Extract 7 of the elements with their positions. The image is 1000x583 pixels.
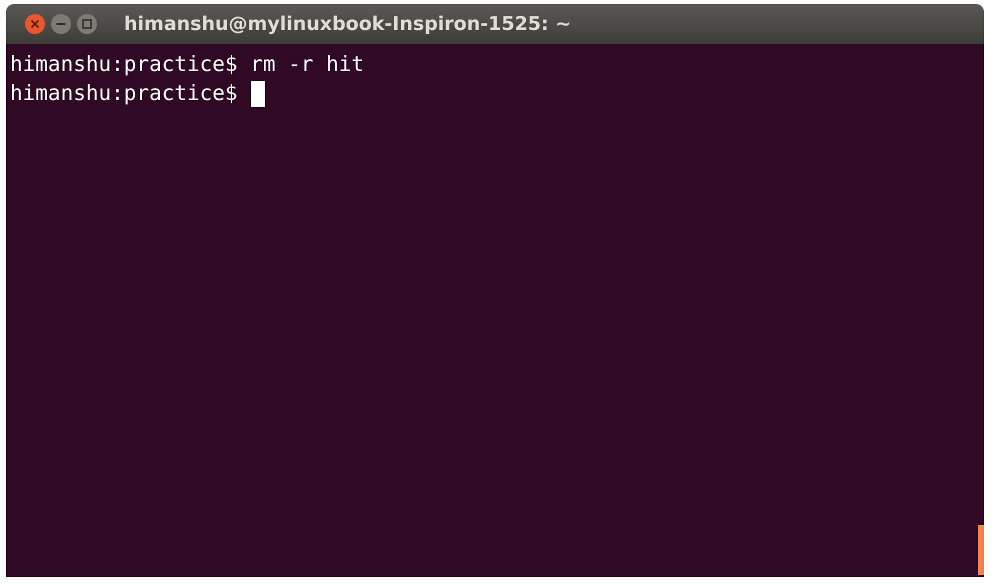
maximize-icon[interactable] [76,13,98,35]
window-title: himanshu@mylinuxbook-Inspiron-1525: ~ [124,13,572,35]
terminal-line: himanshu:practice$ rm -r hit [10,51,364,78]
minimize-icon[interactable] [50,13,72,35]
close-icon[interactable] [24,13,46,35]
terminal-line: himanshu:practice$ [10,80,238,107]
resize-grip-icon[interactable] [978,525,984,575]
